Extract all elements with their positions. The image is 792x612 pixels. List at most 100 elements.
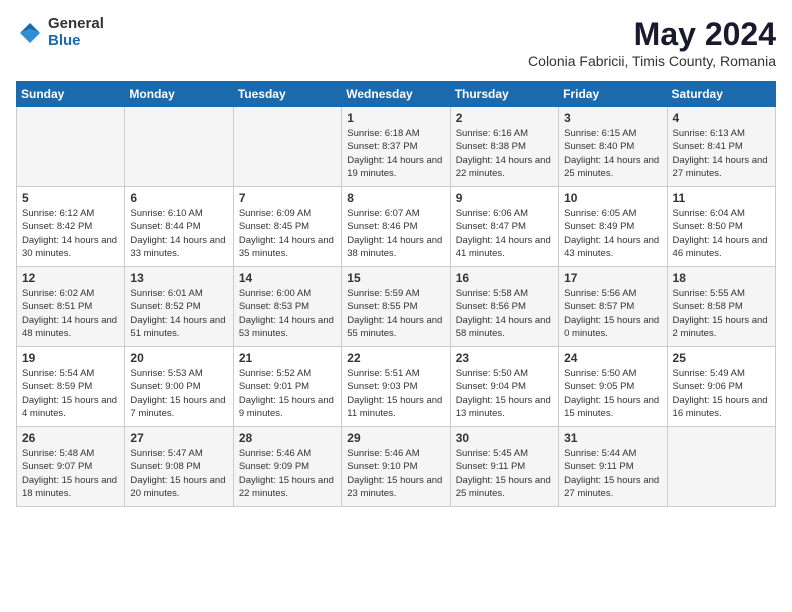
day-info: Sunrise: 5:56 AM Sunset: 8:57 PM Dayligh… [564, 287, 661, 340]
header-monday: Monday [125, 82, 233, 107]
calendar-week-row: 19 Sunrise: 5:54 AM Sunset: 8:59 PM Dayli… [17, 347, 776, 427]
calendar-week-row: 1 Sunrise: 6:18 AM Sunset: 8:37 PM Daylig… [17, 107, 776, 187]
logo-text: General Blue [48, 16, 104, 49]
calendar-week-row: 5Sunrise: 6:12 AM Sunset: 8:42 PM Daylig… [17, 187, 776, 267]
calendar-header-row: Sunday Monday Tuesday Wednesday Thursday… [17, 82, 776, 107]
day-info: Sunrise: 6:00 AM Sunset: 8:53 PM Dayligh… [239, 287, 336, 340]
day-number: 3 [564, 111, 661, 125]
day-info: Sunrise: 6:01 AM Sunset: 8:52 PM Dayligh… [130, 287, 227, 340]
table-row: 4 Sunrise: 6:13 AM Sunset: 8:41 PM Daylig… [667, 107, 775, 187]
day-number: 1 [347, 111, 444, 125]
day-info: Sunrise: 5:58 AM Sunset: 8:56 PM Dayligh… [456, 287, 553, 340]
day-number: 11 [673, 191, 770, 205]
day-number: 25 [673, 351, 770, 365]
table-row [233, 107, 341, 187]
table-row: 20 Sunrise: 5:53 AM Sunset: 9:00 PM Dayli… [125, 347, 233, 427]
day-info: Sunrise: 6:04 AM Sunset: 8:50 PM Dayligh… [673, 207, 770, 260]
header-sunday: Sunday [17, 82, 125, 107]
day-info: Sunrise: 5:45 AM Sunset: 9:11 PM Dayligh… [456, 447, 553, 500]
table-row: 25 Sunrise: 5:49 AM Sunset: 9:06 PM Dayli… [667, 347, 775, 427]
day-info: Sunrise: 5:44 AM Sunset: 9:11 PM Dayligh… [564, 447, 661, 500]
table-row: 8Sunrise: 6:07 AM Sunset: 8:46 PM Daylig… [342, 187, 450, 267]
day-number: 8 [347, 191, 444, 205]
header-thursday: Thursday [450, 82, 558, 107]
day-number: 22 [347, 351, 444, 365]
day-info: Sunrise: 6:06 AM Sunset: 8:47 PM Dayligh… [456, 207, 553, 260]
table-row: 28Sunrise: 5:46 AM Sunset: 9:09 PM Dayli… [233, 427, 341, 507]
day-number: 10 [564, 191, 661, 205]
day-number: 31 [564, 431, 661, 445]
day-info: Sunrise: 5:51 AM Sunset: 9:03 PM Dayligh… [347, 367, 444, 420]
table-row: 27 Sunrise: 5:47 AM Sunset: 9:08 PM Dayli… [125, 427, 233, 507]
table-row: 13 Sunrise: 6:01 AM Sunset: 8:52 PM Dayli… [125, 267, 233, 347]
table-row [17, 107, 125, 187]
day-number: 16 [456, 271, 553, 285]
calendar-week-row: 26 Sunrise: 5:48 AM Sunset: 9:07 PM Dayli… [17, 427, 776, 507]
header-tuesday: Tuesday [233, 82, 341, 107]
day-info: Sunrise: 6:16 AM Sunset: 8:38 PM Dayligh… [456, 127, 553, 180]
day-number: 2 [456, 111, 553, 125]
table-row: 17 Sunrise: 5:56 AM Sunset: 8:57 PM Dayli… [559, 267, 667, 347]
day-number: 20 [130, 351, 227, 365]
day-info: Sunrise: 6:15 AM Sunset: 8:40 PM Dayligh… [564, 127, 661, 180]
day-number: 14 [239, 271, 336, 285]
day-number: 18 [673, 271, 770, 285]
day-number: 23 [456, 351, 553, 365]
day-info: Sunrise: 5:54 AM Sunset: 8:59 PM Dayligh… [22, 367, 119, 420]
day-number: 27 [130, 431, 227, 445]
day-number: 19 [22, 351, 119, 365]
day-info: Sunrise: 6:09 AM Sunset: 8:45 PM Dayligh… [239, 207, 336, 260]
table-row: 22 Sunrise: 5:51 AM Sunset: 9:03 PM Dayli… [342, 347, 450, 427]
table-row: 6Sunrise: 6:10 AM Sunset: 8:44 PM Daylig… [125, 187, 233, 267]
day-info: Sunrise: 5:52 AM Sunset: 9:01 PM Dayligh… [239, 367, 336, 420]
table-row: 16 Sunrise: 5:58 AM Sunset: 8:56 PM Dayli… [450, 267, 558, 347]
day-info: Sunrise: 5:59 AM Sunset: 8:55 PM Dayligh… [347, 287, 444, 340]
day-info: Sunrise: 5:53 AM Sunset: 9:00 PM Dayligh… [130, 367, 227, 420]
table-row: 9 Sunrise: 6:06 AM Sunset: 8:47 PM Daylig… [450, 187, 558, 267]
table-row: 18 Sunrise: 5:55 AM Sunset: 8:58 PM Dayli… [667, 267, 775, 347]
day-number: 9 [456, 191, 553, 205]
day-number: 17 [564, 271, 661, 285]
table-row [125, 107, 233, 187]
day-info: Sunrise: 6:13 AM Sunset: 8:41 PM Dayligh… [673, 127, 770, 180]
table-row: 21Sunrise: 5:52 AM Sunset: 9:01 PM Dayli… [233, 347, 341, 427]
table-row: 2 Sunrise: 6:16 AM Sunset: 8:38 PM Daylig… [450, 107, 558, 187]
day-info: Sunrise: 6:18 AM Sunset: 8:37 PM Dayligh… [347, 127, 444, 180]
table-row: 31 Sunrise: 5:44 AM Sunset: 9:11 PM Dayli… [559, 427, 667, 507]
title-block: May 2024 Colonia Fabricii, Timis County,… [528, 16, 776, 69]
day-info: Sunrise: 5:50 AM Sunset: 9:05 PM Dayligh… [564, 367, 661, 420]
logo: General Blue [16, 16, 104, 49]
day-info: Sunrise: 5:55 AM Sunset: 8:58 PM Dayligh… [673, 287, 770, 340]
header-friday: Friday [559, 82, 667, 107]
logo-general: General [48, 16, 104, 33]
day-info: Sunrise: 6:05 AM Sunset: 8:49 PM Dayligh… [564, 207, 661, 260]
day-info: Sunrise: 6:02 AM Sunset: 8:51 PM Dayligh… [22, 287, 119, 340]
day-number: 29 [347, 431, 444, 445]
table-row [667, 427, 775, 507]
day-info: Sunrise: 5:49 AM Sunset: 9:06 PM Dayligh… [673, 367, 770, 420]
day-number: 28 [239, 431, 336, 445]
day-info: Sunrise: 6:12 AM Sunset: 8:42 PM Dayligh… [22, 207, 119, 260]
day-info: Sunrise: 5:46 AM Sunset: 9:10 PM Dayligh… [347, 447, 444, 500]
table-row: 29 Sunrise: 5:46 AM Sunset: 9:10 PM Dayli… [342, 427, 450, 507]
table-row: 23 Sunrise: 5:50 AM Sunset: 9:04 PM Dayli… [450, 347, 558, 427]
table-row: 24 Sunrise: 5:50 AM Sunset: 9:05 PM Dayli… [559, 347, 667, 427]
day-number: 4 [673, 111, 770, 125]
day-number: 13 [130, 271, 227, 285]
table-row: 14 Sunrise: 6:00 AM Sunset: 8:53 PM Dayli… [233, 267, 341, 347]
table-row: 3 Sunrise: 6:15 AM Sunset: 8:40 PM Daylig… [559, 107, 667, 187]
day-number: 30 [456, 431, 553, 445]
day-info: Sunrise: 5:50 AM Sunset: 9:04 PM Dayligh… [456, 367, 553, 420]
day-info: Sunrise: 5:48 AM Sunset: 9:07 PM Dayligh… [22, 447, 119, 500]
logo-blue: Blue [48, 33, 104, 50]
calendar-title: May 2024 [528, 16, 776, 53]
table-row: 26 Sunrise: 5:48 AM Sunset: 9:07 PM Dayli… [17, 427, 125, 507]
day-number: 26 [22, 431, 119, 445]
calendar-week-row: 12Sunrise: 6:02 AM Sunset: 8:51 PM Dayli… [17, 267, 776, 347]
table-row: 11 Sunrise: 6:04 AM Sunset: 8:50 PM Dayli… [667, 187, 775, 267]
table-row: 1 Sunrise: 6:18 AM Sunset: 8:37 PM Daylig… [342, 107, 450, 187]
day-number: 24 [564, 351, 661, 365]
day-info: Sunrise: 5:47 AM Sunset: 9:08 PM Dayligh… [130, 447, 227, 500]
table-row: 12Sunrise: 6:02 AM Sunset: 8:51 PM Dayli… [17, 267, 125, 347]
logo-icon [16, 19, 44, 47]
